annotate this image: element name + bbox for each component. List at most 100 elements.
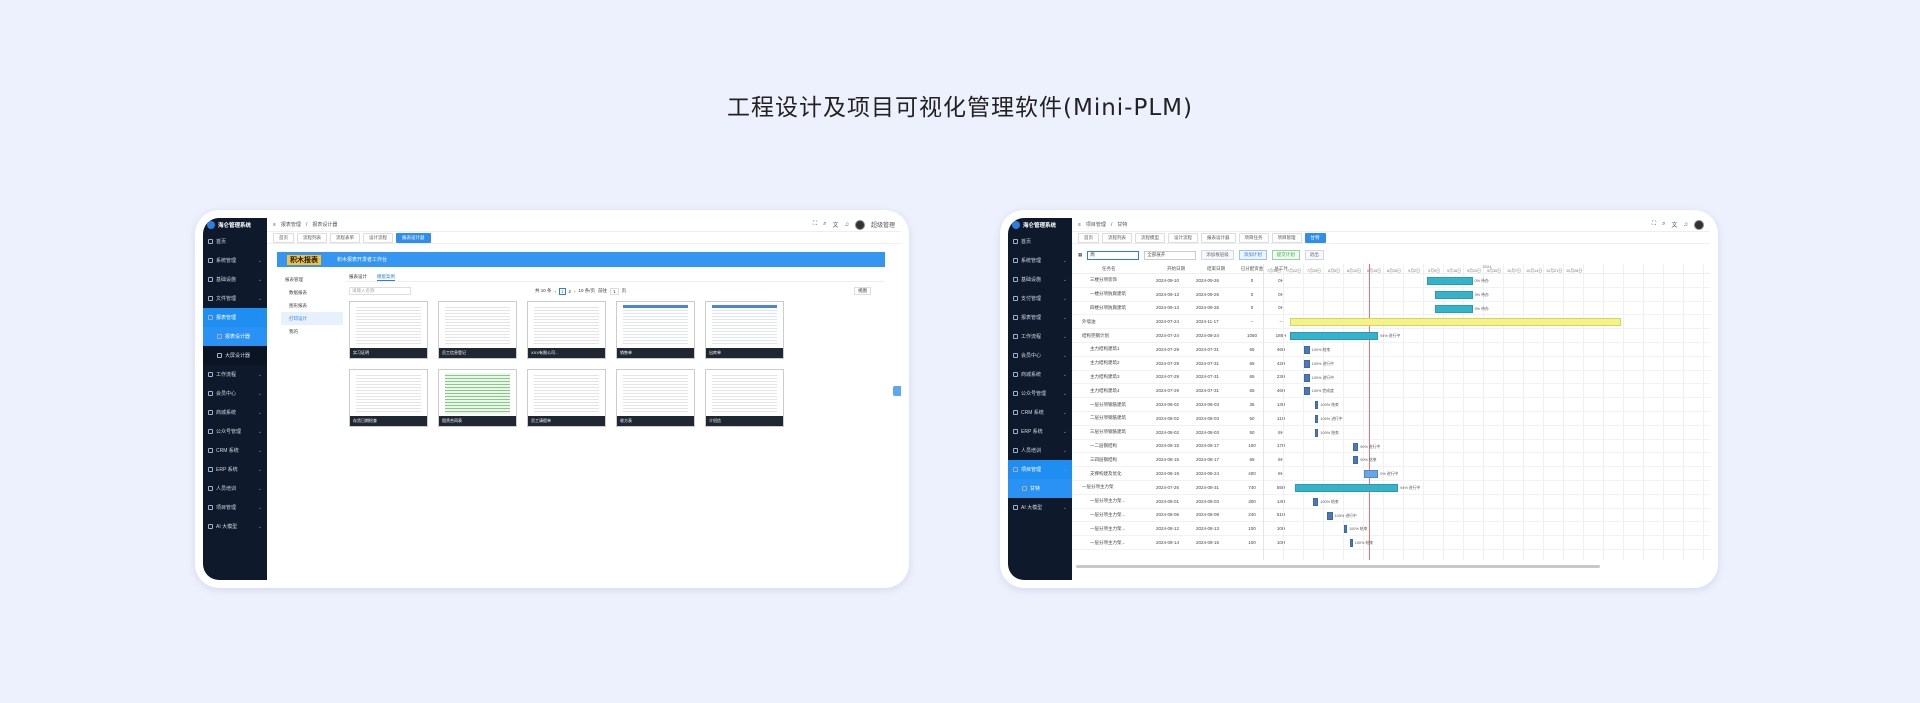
tab-report-design[interactable]: 报表设计 bbox=[349, 274, 367, 280]
template-card[interactable]: 收方表 bbox=[616, 369, 695, 427]
sidebar-item[interactable]: 文件管理 ⌄ bbox=[203, 289, 267, 308]
sidebar-item[interactable]: 项目管理 ⌄ bbox=[203, 498, 267, 517]
gantt-bar[interactable]: 100% 进行中 bbox=[1315, 415, 1343, 423]
breadcrumb-item[interactable]: 报表管理 bbox=[281, 221, 301, 228]
tab-7[interactable]: 甘特 bbox=[1304, 232, 1326, 243]
horizontal-scrollbar[interactable] bbox=[1076, 565, 1600, 568]
gantt-bar[interactable]: 100% 进行中 bbox=[1304, 359, 1334, 368]
sidebar-item[interactable]: 公众号管理 ⌄ bbox=[203, 422, 267, 441]
submit-plan-button[interactable]: 提交计划 bbox=[1271, 250, 1300, 260]
gantt-bar[interactable] bbox=[1289, 318, 1622, 327]
gantt-bar[interactable]: 0% 待办 bbox=[1435, 290, 1489, 299]
tab-5[interactable]: 项目任务 bbox=[1238, 232, 1269, 243]
tree-item[interactable]: 我的 bbox=[281, 325, 343, 338]
template-card[interactable]: 存货日期检查 bbox=[349, 369, 428, 427]
gantt-bar[interactable]: 100% 结束 bbox=[1344, 525, 1367, 534]
search-icon[interactable]: ⌕ bbox=[823, 221, 826, 228]
gantt-bar[interactable]: 100% 进行中 bbox=[1304, 373, 1334, 382]
tab-6[interactable]: 项目管理 bbox=[1271, 232, 1302, 243]
sidebar-item[interactable]: 报表管理 ⌄ bbox=[203, 308, 267, 327]
floating-handle[interactable] bbox=[893, 386, 901, 396]
tab-1[interactable]: 流程列表 bbox=[297, 232, 327, 243]
bell-icon[interactable]: ♫ bbox=[1684, 222, 1689, 228]
sidebar-item[interactable]: 会员中心 ⌄ bbox=[1008, 346, 1072, 365]
tab-0[interactable]: 首页 bbox=[1078, 232, 1099, 243]
sidebar-item[interactable]: 基础设施 ⌄ bbox=[203, 270, 267, 289]
sidebar-item[interactable]: 甘特 bbox=[1008, 479, 1072, 498]
avatar[interactable] bbox=[1694, 219, 1704, 230]
avatar[interactable] bbox=[854, 219, 865, 230]
page-2[interactable]: 2 bbox=[569, 289, 572, 294]
tab-template-cases[interactable]: 模版案例 bbox=[377, 274, 395, 281]
template-card[interactable]: 员工请假单 bbox=[527, 369, 606, 427]
sidebar-item[interactable]: 会员中心 ⌄ bbox=[203, 384, 267, 403]
sidebar-item[interactable]: 人员培训 ⌄ bbox=[203, 479, 267, 498]
menu-toggle-icon[interactable]: ≡ bbox=[1078, 222, 1081, 228]
tree-item[interactable]: 图形报表 bbox=[281, 299, 343, 312]
template-card[interactable]: 介绍信 bbox=[705, 369, 784, 427]
sidebar-item[interactable]: ERP 系统 ⌄ bbox=[1008, 422, 1072, 441]
sidebar-item[interactable]: 支付管理 ⌄ bbox=[1008, 289, 1072, 308]
gantt-bar[interactable]: 94% 进行中 bbox=[1289, 332, 1400, 341]
translate-icon[interactable]: 文 bbox=[832, 220, 838, 229]
tab-1[interactable]: 流程列表 bbox=[1102, 232, 1132, 243]
menu-toggle-icon[interactable]: ≡ bbox=[273, 222, 276, 228]
sidebar-item[interactable]: ERP 系统 ⌄ bbox=[203, 460, 267, 479]
col-end[interactable]: 结束日期 bbox=[1196, 266, 1236, 272]
jump-input[interactable]: 1 bbox=[610, 287, 619, 295]
sidebar-item[interactable]: 项目管理 ⌄ bbox=[1008, 460, 1072, 479]
fullscreen-icon[interactable]: ⛶ bbox=[813, 221, 817, 228]
tab-4[interactable]: 报表设计器 bbox=[396, 232, 431, 243]
tab-2[interactable]: 流程模型 bbox=[1135, 232, 1165, 243]
view-select[interactable]: 视图 bbox=[854, 287, 871, 295]
sidebar-item[interactable]: 工作流程 ⌄ bbox=[203, 365, 267, 384]
template-card[interactable]: 出库单 bbox=[705, 301, 784, 359]
gantt-bar[interactable]: 100% 结束 bbox=[1304, 346, 1330, 354]
col-task-name[interactable]: 任务名 bbox=[1072, 266, 1156, 272]
sidebar-item[interactable]: 公众号管理 ⌄ bbox=[1008, 384, 1072, 403]
tab-3[interactable]: 设计流程 bbox=[1168, 232, 1198, 243]
gantt-bar[interactable]: 90% 进行中 bbox=[1352, 442, 1380, 451]
sidebar-item[interactable]: 工作流程 ⌄ bbox=[1008, 327, 1072, 346]
sidebar-item[interactable]: 首页 bbox=[203, 232, 267, 251]
add-root-button[interactable]: 添加根层级 bbox=[1201, 250, 1234, 260]
sidebar-item[interactable]: 报表管理 ⌄ bbox=[1008, 308, 1072, 327]
gantt-bar[interactable]: 0% 进行中 bbox=[1364, 470, 1398, 479]
search-input[interactable]: 请输入名称 bbox=[349, 287, 411, 295]
tab-3[interactable]: 设计流程 bbox=[363, 232, 393, 243]
fullscreen-icon[interactable]: ⛶ bbox=[1652, 221, 1656, 228]
col-start[interactable]: 开始日期 bbox=[1156, 266, 1196, 272]
tab-0[interactable]: 首页 bbox=[273, 232, 294, 243]
gantt-bar[interactable]: 90% 结束 bbox=[1352, 456, 1377, 465]
sidebar-item[interactable]: CRM 系统 ⌄ bbox=[1008, 403, 1072, 422]
gantt-bar[interactable]: 100% 结束 bbox=[1349, 539, 1373, 548]
scale-select[interactable]: 周 bbox=[1087, 250, 1140, 260]
sidebar-item[interactable]: AI 大模型 ⌄ bbox=[1008, 498, 1072, 517]
add-plan-button[interactable]: 添加计划 bbox=[1238, 250, 1267, 260]
sidebar-item[interactable]: 人员培训 ⌄ bbox=[1008, 441, 1072, 460]
sidebar-item[interactable]: 基础设施 ⌄ bbox=[1008, 270, 1072, 289]
expand-select[interactable]: 全部展开 bbox=[1144, 250, 1197, 260]
gantt-bar[interactable]: 0% 待办 bbox=[1426, 277, 1489, 285]
bell-icon[interactable]: ♫ bbox=[844, 222, 849, 228]
gantt-bar[interactable]: 94% 进行中 bbox=[1295, 484, 1420, 492]
sidebar-item[interactable]: 商城系统 ⌄ bbox=[203, 403, 267, 422]
tab-2[interactable]: 流程表单 bbox=[330, 232, 360, 243]
sidebar-item[interactable]: 商城系统 ⌄ bbox=[1008, 365, 1072, 384]
gantt-bar[interactable]: 100% 结束 bbox=[1315, 401, 1339, 410]
user-name[interactable]: 超级管理 bbox=[871, 220, 895, 229]
template-card[interactable]: 员工信息登记 bbox=[438, 301, 517, 359]
sidebar-item[interactable]: 系统管理 ⌄ bbox=[203, 251, 267, 270]
tab-4[interactable]: 报表设计器 bbox=[1201, 232, 1236, 243]
exit-button[interactable]: 退出 bbox=[1304, 250, 1324, 260]
gantt-bar[interactable]: 100% 结束 bbox=[1315, 428, 1339, 437]
prev-page-icon[interactable]: ‹ bbox=[555, 289, 557, 294]
sidebar-item[interactable]: AI 大模型 ⌄ bbox=[203, 517, 267, 536]
tree-item[interactable]: 报表管理 bbox=[281, 273, 343, 286]
page-size-select[interactable]: 10 条/页 bbox=[579, 288, 596, 294]
sidebar-item[interactable]: 报表设计器 bbox=[203, 327, 267, 346]
next-page-icon[interactable]: › bbox=[574, 289, 576, 294]
tree-item[interactable]: 打印设计 bbox=[281, 312, 343, 325]
search-icon[interactable]: ⌕ bbox=[1662, 221, 1665, 228]
gantt-bar[interactable]: 100% 完成度 bbox=[1304, 387, 1334, 396]
